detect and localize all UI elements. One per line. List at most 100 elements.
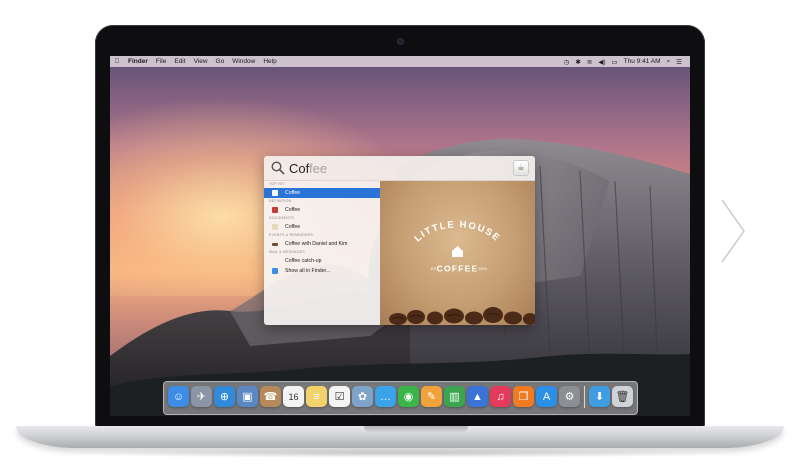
mail-icon [272, 258, 278, 264]
logo-line2: COFFEE [437, 264, 479, 274]
category-top-hit: TOP HIT [269, 182, 285, 186]
calendar-glyph: 16 [288, 391, 299, 402]
facetime-glyph: ◉ [403, 391, 414, 403]
safari-icon[interactable]: ⊕ [214, 386, 235, 407]
itunes-glyph: ♫ [496, 390, 505, 403]
finder-glyph: ☺ [172, 390, 185, 403]
app-store-glyph: A [542, 390, 551, 403]
logo-year: 1924 [478, 266, 488, 271]
result-label: Coffee [285, 224, 301, 230]
result-label: Coffee with Daniel and Kim [285, 241, 348, 247]
itunes-icon[interactable]: ♫ [490, 386, 511, 407]
numbers-icon[interactable]: ▥ [444, 386, 465, 407]
category-events: EVENTS & REMINDERS [269, 233, 313, 237]
screen:  Finder File Edit View Go Window Help ◷… [110, 56, 690, 416]
calendar-icon [272, 242, 278, 246]
search-query-typed: Cof [289, 160, 309, 176]
contacts-glyph: ☎ [263, 391, 278, 403]
result-event[interactable]: Coffee with Daniel and Kim [264, 239, 380, 249]
ibooks-icon[interactable]: ❐ [513, 386, 534, 407]
result-top-hit[interactable]: Coffee [264, 188, 380, 198]
messages-icon[interactable]: … [375, 386, 396, 407]
wifi-icon[interactable]: ≋ [584, 58, 595, 66]
dock-icons: ☺ ✈ ⊕ ▣ ☎ 16 ≡ ☑ ✿ … ◉ ✎ ▥ ▲ ♫ ❐ A ⚙ ⬇ 🗑 [168, 386, 633, 408]
app-store-icon[interactable]: A [536, 386, 557, 407]
battery-icon[interactable]: ▭ [609, 58, 621, 66]
next-slide-arrow-icon[interactable] [718, 196, 748, 266]
coffee-beans-image [389, 307, 535, 325]
result-mail[interactable]: Coffee catch-up [264, 256, 380, 266]
category-definition: DEFINITION [269, 199, 292, 203]
apple-menu-icon[interactable]:  [110, 58, 124, 65]
result-label: Coffee [285, 190, 301, 196]
spotlight-icon[interactable]: ⌕ [664, 58, 674, 66]
system-preferences-glyph: ⚙ [564, 391, 575, 403]
app-icon [272, 190, 278, 196]
time-machine-icon[interactable]: ◷ [561, 58, 573, 66]
category-documents: DOCUMENTS [269, 216, 294, 220]
menu-file[interactable]: File [152, 58, 170, 65]
reminders-icon[interactable]: ☑ [329, 386, 350, 407]
preview-icon[interactable]: ▣ [237, 386, 258, 407]
search-query-completion: fee [309, 160, 328, 176]
laptop-lid:  Finder File Edit View Go Window Help ◷… [95, 25, 705, 428]
notes-icon[interactable]: ≡ [306, 386, 327, 407]
dock-separator [584, 386, 585, 408]
ibooks-glyph: ❐ [518, 391, 529, 403]
reminders-glyph: ☑ [334, 391, 345, 403]
menu-view[interactable]: View [190, 58, 212, 65]
document-icon [272, 224, 278, 230]
camera [398, 39, 403, 44]
status-area: ◷ ✱ ≋ ◀) ▭ Thu 9:41 AM ⌕ ☰ [561, 58, 690, 66]
photos-icon[interactable]: ✿ [352, 386, 373, 407]
launchpad-icon[interactable]: ✈ [191, 386, 212, 407]
preview-pane: LITTLE HOUSE EST COFFEE 1924 [380, 181, 535, 325]
result-label: Show all in Finder... [285, 268, 331, 274]
menu-window[interactable]: Window [228, 58, 259, 65]
finder-icon [272, 268, 278, 274]
menu-help[interactable]: Help [259, 58, 280, 65]
svg-text:LITTLE HOUSE: LITTLE HOUSE [412, 219, 502, 244]
result-label: Coffee catch-up [285, 258, 322, 264]
notes-glyph: ≡ [313, 390, 320, 403]
bluetooth-icon[interactable]: ✱ [572, 58, 583, 66]
clock[interactable]: Thu 9:41 AM [621, 58, 664, 65]
category-mail: MAIL & MESSAGES [269, 250, 305, 254]
coffee-app-icon: ☕ [513, 160, 529, 176]
facetime-icon[interactable]: ◉ [398, 386, 419, 407]
result-document[interactable]: Coffee [264, 222, 380, 232]
notification-center-icon[interactable]: ☰ [673, 58, 685, 66]
search-input[interactable]: Coffee [289, 161, 327, 176]
photos-glyph: ✿ [357, 391, 368, 403]
result-show-all[interactable]: Show all in Finder... [264, 266, 380, 276]
messages-glyph: … [380, 390, 391, 403]
keynote-glyph: ▲ [472, 390, 483, 403]
menu-edit[interactable]: Edit [170, 58, 189, 65]
base-notch [364, 426, 468, 433]
laptop-shadow [60, 448, 740, 458]
safari-glyph: ⊕ [219, 391, 230, 403]
result-definition[interactable]: Coffee [264, 205, 380, 215]
menu-finder[interactable]: Finder [124, 58, 152, 65]
launchpad-glyph: ✈ [196, 391, 207, 403]
spotlight-search-bar[interactable]: Coffee ☕ [264, 156, 535, 181]
menu-bar:  Finder File Edit View Go Window Help ◷… [110, 56, 690, 67]
spotlight-window: Coffee ☕ TOP HIT Coffee DEFINITION Coffe… [264, 156, 535, 325]
calendar-icon[interactable]: 16 [283, 386, 304, 407]
results-list: TOP HIT Coffee DEFINITION Coffee DOCUMEN… [264, 181, 380, 325]
numbers-glyph: ▥ [449, 391, 460, 403]
finder-icon[interactable]: ☺ [168, 386, 189, 407]
keynote-icon[interactable]: ▲ [467, 386, 488, 407]
downloads-folder-icon[interactable]: ⬇ [589, 386, 610, 407]
pages-icon[interactable]: ✎ [421, 386, 442, 407]
trash-glyph: 🗑 [615, 391, 630, 403]
volume-icon[interactable]: ◀) [595, 58, 608, 66]
contacts-icon[interactable]: ☎ [260, 386, 281, 407]
menu-go[interactable]: Go [212, 58, 229, 65]
trash-icon[interactable]: 🗑 [612, 386, 633, 407]
little-house-coffee-logo: LITTLE HOUSE EST COFFEE 1924 [412, 219, 502, 274]
preview-glyph: ▣ [242, 391, 253, 403]
system-preferences-icon[interactable]: ⚙ [559, 386, 580, 407]
pages-glyph: ✎ [426, 391, 437, 403]
search-icon [271, 161, 285, 175]
